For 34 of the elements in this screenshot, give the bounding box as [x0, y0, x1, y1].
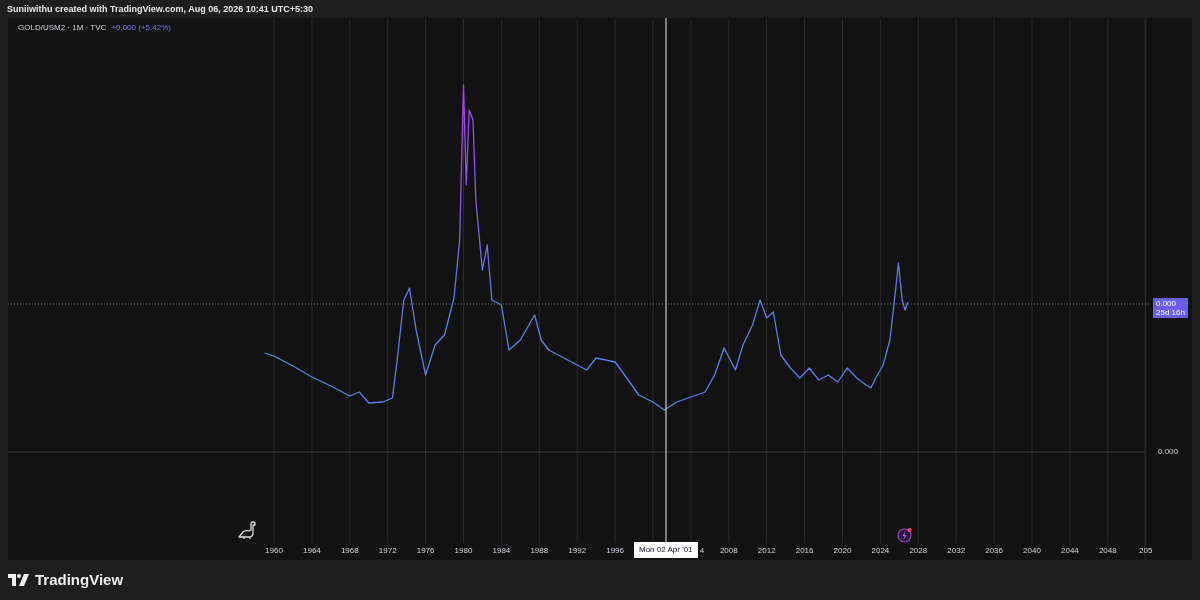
time-axis-label: 2024: [871, 546, 890, 556]
time-axis-label: 205: [1139, 546, 1153, 556]
dinosaur-icon[interactable]: [237, 521, 257, 539]
time-axis-label: 1992: [568, 546, 587, 556]
time-axis-label: 1968: [340, 546, 359, 556]
logo-icon: [8, 574, 30, 586]
time-axis-label: 2008: [719, 546, 738, 556]
time-axis-label: 1964: [303, 546, 321, 556]
time-axis-label: 2020: [833, 546, 852, 556]
time-axis-label: 1996: [606, 546, 624, 556]
time-axis-label: 2016: [795, 546, 814, 556]
time-axis-label: 2048: [1098, 546, 1117, 556]
time-axis-label: 1988: [530, 546, 549, 556]
price-axis-label: 0.000: [1158, 447, 1178, 457]
time-axis-label: 1984: [492, 546, 511, 556]
change-text: +0.000 (+5.42%): [111, 22, 171, 34]
symbol-text: GOLD/USM2 · 1M · TVC: [18, 22, 107, 34]
time-axis-label: 1976: [416, 546, 435, 556]
time-axis-label: 1960: [265, 546, 283, 556]
crosshair-date-label: Mon 02 Apr '01: [634, 542, 698, 558]
time-axis-label: 2032: [947, 546, 966, 556]
time-axis-label: 2044: [1061, 546, 1079, 556]
lightning-icon[interactable]: [897, 527, 913, 543]
time-axis-label: 2028: [909, 546, 928, 556]
time-axis-label: 2036: [985, 546, 1003, 556]
time-axis-label: 4: [699, 546, 705, 556]
time-axis-label: 1980: [454, 546, 473, 556]
time-axis-label: 1972: [378, 546, 397, 556]
countdown-text: 25d 16h: [1156, 308, 1185, 317]
time-axis-label: 2040: [1023, 546, 1041, 556]
time-axis-label: 2012: [757, 546, 776, 556]
price-text: 0.000: [1156, 299, 1178, 308]
brand-name: TradingView: [35, 569, 124, 590]
attribution-text: Suniiwithu created with TradingView.com, Aug 06, 2026 10:41 UTC+5:30: [7, 4, 313, 14]
